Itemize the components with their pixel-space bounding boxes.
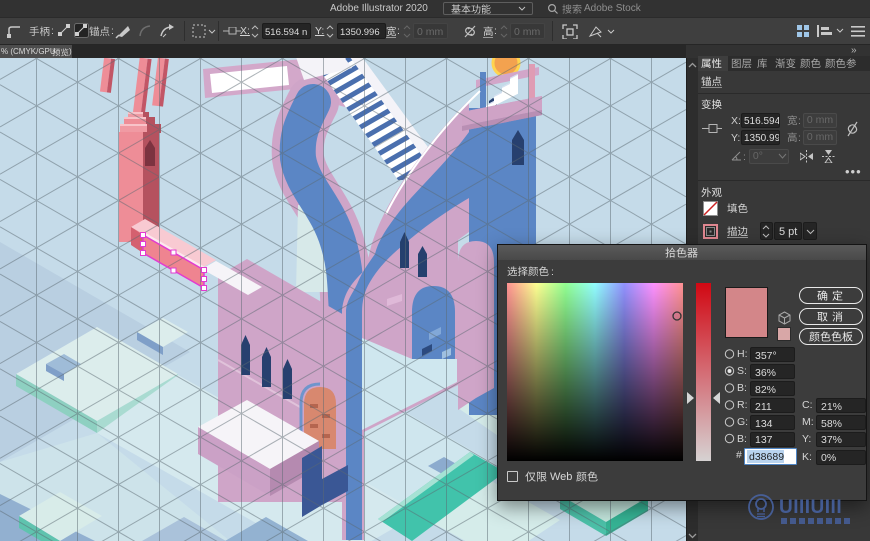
svg-text:UIIIUIII: UIIIUIII — [779, 497, 842, 518]
